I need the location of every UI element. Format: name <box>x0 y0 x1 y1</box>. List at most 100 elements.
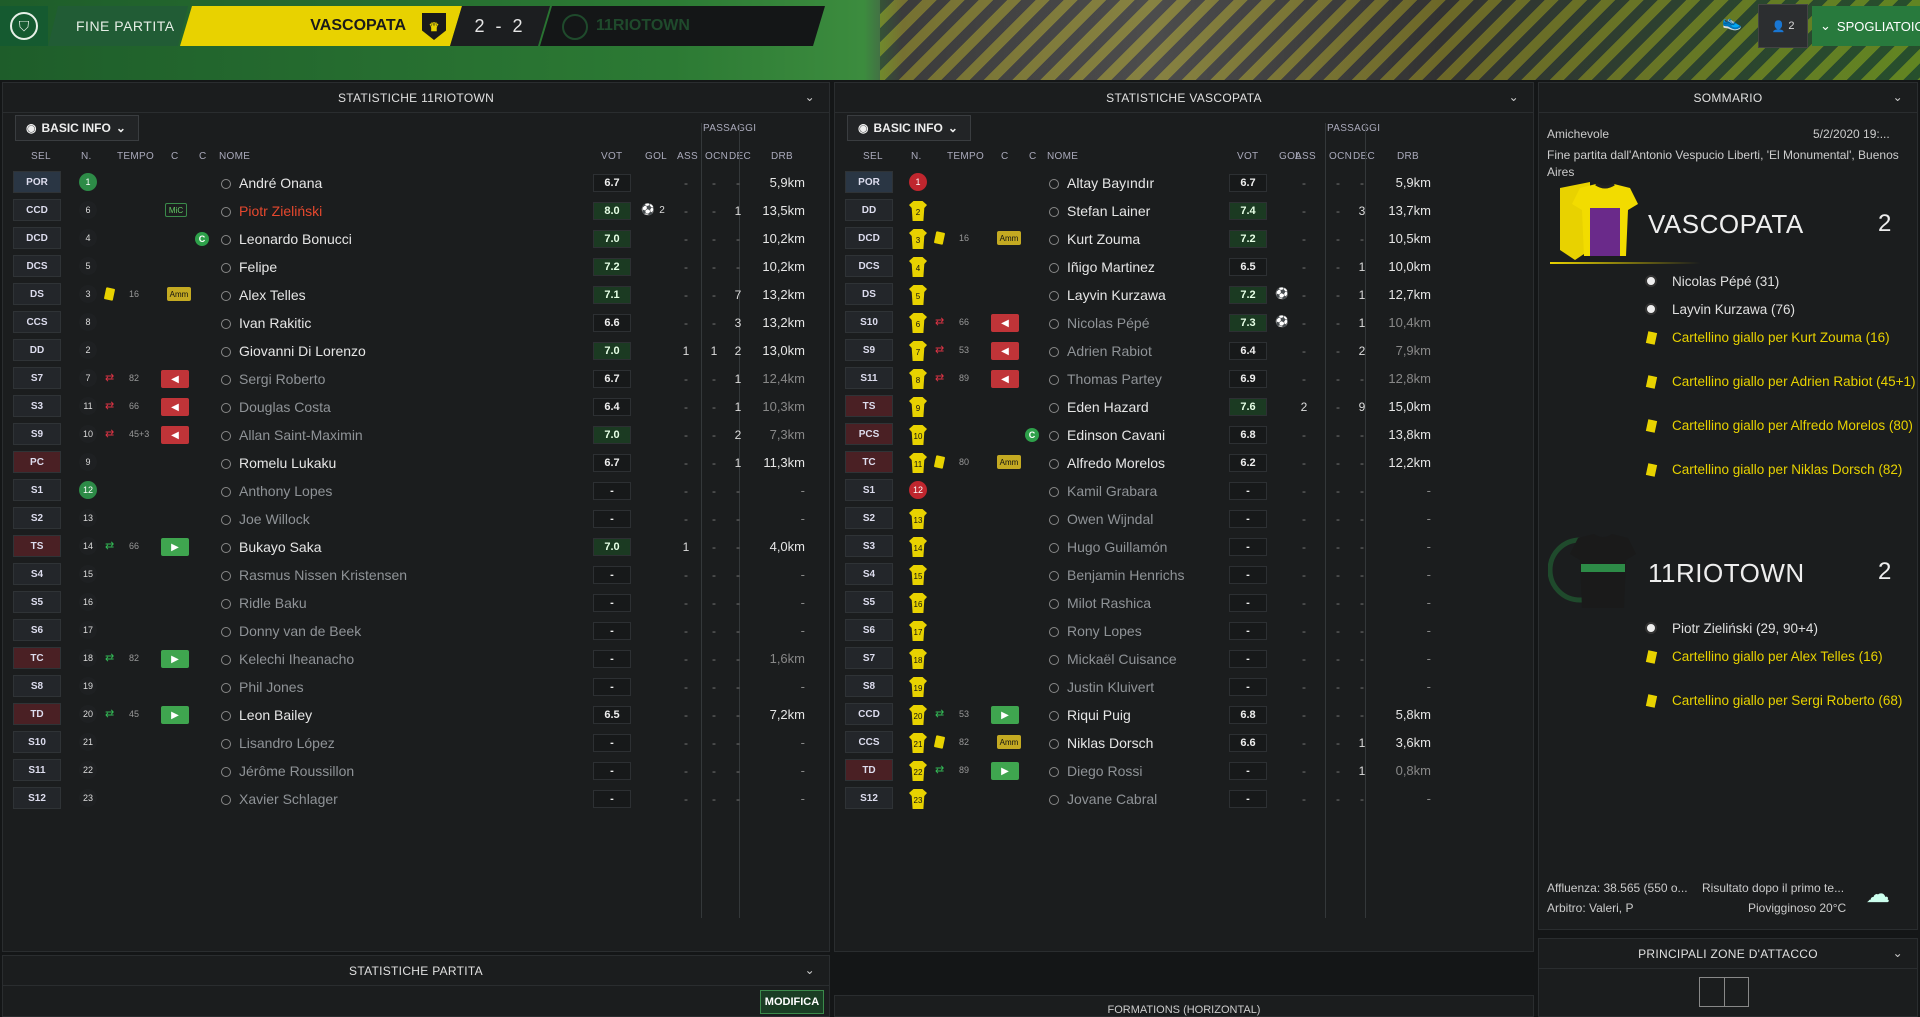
player-name[interactable]: Felipe <box>239 259 277 275</box>
position-badge[interactable]: S6 <box>845 619 893 641</box>
staff-count-button[interactable]: 👤 2 <box>1758 4 1808 48</box>
column-header-drb[interactable]: DRB <box>1397 151 1419 162</box>
modifica-button[interactable]: MODIFICA <box>760 990 824 1014</box>
column-header-ass[interactable]: ASS <box>1295 151 1316 162</box>
player-name[interactable]: Allan Saint-Maximin <box>239 427 363 443</box>
player-name[interactable]: Alex Telles <box>239 287 306 303</box>
table-row[interactable]: PCS 10 C Edinson Cavani 6.8 - - - 13,8km <box>835 423 1535 447</box>
player-name[interactable]: Leonardo Bonucci <box>239 231 352 247</box>
table-row[interactable]: S6 17 Rony Lopes - - - - - <box>835 619 1535 643</box>
panel-title[interactable]: SOMMARIO ⌄ <box>1539 83 1917 113</box>
position-badge[interactable]: CCD <box>13 199 61 221</box>
player-name[interactable]: Ivan Rakitic <box>239 315 311 331</box>
column-header-ocn[interactable]: OCN <box>705 151 728 162</box>
table-row[interactable]: S6 17 Donny van de Beek - - - - - <box>3 619 831 643</box>
chevron-down-icon[interactable]: ⌄ <box>1509 90 1519 104</box>
position-badge[interactable]: DS <box>845 283 893 305</box>
sub-button[interactable]: ◀ <box>991 342 1019 360</box>
player-name[interactable]: Ridle Baku <box>239 595 307 611</box>
position-badge[interactable]: POR <box>13 171 61 193</box>
player-name[interactable]: Lisandro López <box>239 735 335 751</box>
player-name[interactable]: Anthony Lopes <box>239 483 332 499</box>
table-row[interactable]: PC 9 Romelu Lukaku 6.7 - - 1 11,3km <box>3 451 831 475</box>
position-badge[interactable]: DD <box>13 339 61 361</box>
table-row[interactable]: S7 7 ⇄ 82 ◀ Sergi Roberto 6.7 - - 1 12,4km <box>3 367 831 391</box>
table-row[interactable]: TS 9 Eden Hazard 7.6 2 - 9 15,0km <box>835 395 1535 419</box>
table-row[interactable]: CCD 20 ⇄ 53 ▶ Riqui Puig 6.8 - - - 5,8km <box>835 703 1535 727</box>
player-name[interactable]: Diego Rossi <box>1067 763 1142 779</box>
position-badge[interactable]: S9 <box>13 423 61 445</box>
position-badge[interactable]: DS <box>13 283 61 305</box>
position-badge[interactable]: TS <box>845 395 893 417</box>
player-name[interactable]: Riqui Puig <box>1067 707 1131 723</box>
player-name[interactable]: Joe Willock <box>239 511 310 527</box>
table-row[interactable]: S5 16 Ridle Baku - - - - - <box>3 591 831 615</box>
chevron-down-icon[interactable]: ⌄ <box>805 963 815 977</box>
column-header-c1[interactable]: C <box>1001 151 1009 162</box>
table-row[interactable]: DCD 4 C Leonardo Bonucci 7.0 - - - 10,2km <box>3 227 831 251</box>
position-badge[interactable]: CCS <box>845 731 893 753</box>
position-badge[interactable]: DCD <box>13 227 61 249</box>
position-badge[interactable]: S8 <box>845 675 893 697</box>
position-badge[interactable]: TC <box>845 451 893 473</box>
position-badge[interactable]: S12 <box>845 787 893 809</box>
player-name[interactable]: Sergi Roberto <box>239 371 325 387</box>
player-name[interactable]: Giovanni Di Lorenzo <box>239 343 366 359</box>
sub-button[interactable]: ◀ <box>161 398 189 416</box>
column-header-dec[interactable]: DEC <box>729 151 751 162</box>
position-badge[interactable]: S7 <box>13 367 61 389</box>
player-name[interactable]: Donny van de Beek <box>239 623 361 639</box>
table-row[interactable]: S10 21 Lisandro López - - - - - <box>3 731 831 755</box>
player-name[interactable]: Kamil Grabara <box>1067 483 1157 499</box>
chevron-down-icon[interactable]: ⌄ <box>1893 90 1903 104</box>
table-row[interactable]: S1 12 Kamil Grabara - - - - - <box>835 479 1535 503</box>
player-name[interactable]: Edinson Cavani <box>1067 427 1165 443</box>
table-row[interactable]: S7 18 Mickaël Cuisance - - - - - <box>835 647 1535 671</box>
position-badge[interactable]: S10 <box>845 311 893 333</box>
position-badge[interactable]: S2 <box>845 507 893 529</box>
table-row[interactable]: DD 2 Giovanni Di Lorenzo 7.0 1 1 2 13,0km <box>3 339 831 363</box>
table-row[interactable]: S11 8 ⇄ 89 ◀ Thomas Partey 6.9 - - - 12,8km <box>835 367 1535 391</box>
player-name[interactable]: Douglas Costa <box>239 399 331 415</box>
basic-info-dropdown[interactable]: ◉ BASIC INFO ⌄ <box>15 115 139 141</box>
position-badge[interactable]: TD <box>845 759 893 781</box>
chevron-down-icon[interactable]: ⌄ <box>805 90 815 104</box>
position-badge[interactable]: S5 <box>13 591 61 613</box>
sub-button[interactable]: ◀ <box>991 314 1019 332</box>
sub-button[interactable]: ◀ <box>161 426 189 444</box>
away-team-banner[interactable]: 11RIOTOWN <box>540 6 825 46</box>
boot-icon[interactable]: 👟 <box>1722 12 1742 32</box>
player-name[interactable]: Eden Hazard <box>1067 399 1149 415</box>
player-name[interactable]: Owen Wijndal <box>1067 511 1153 527</box>
player-name[interactable]: André Onana <box>239 175 322 191</box>
club-logo-button[interactable]: ⛉ <box>0 6 48 46</box>
player-name[interactable]: Kelechi Iheanacho <box>239 651 354 667</box>
column-header-vot[interactable]: VOT <box>1237 151 1258 162</box>
player-name[interactable]: Justin Kluivert <box>1067 679 1154 695</box>
column-header-sel[interactable]: SEL <box>863 151 883 162</box>
position-badge[interactable]: S1 <box>13 479 61 501</box>
basic-info-dropdown[interactable]: ◉ BASIC INFO ⌄ <box>847 115 971 141</box>
column-header-drb[interactable]: DRB <box>771 151 793 162</box>
table-row[interactable]: DS 5 Layvin Kurzawa 7.2 ⚽ - - 1 12,7km <box>835 283 1535 307</box>
position-badge[interactable]: TC <box>13 647 61 669</box>
table-row[interactable]: S2 13 Owen Wijndal - - - - - <box>835 507 1535 531</box>
home-team-banner[interactable]: VASCOPATA ♛ <box>180 6 462 46</box>
player-name[interactable]: Leon Bailey <box>239 707 312 723</box>
table-row[interactable]: S5 16 Milot Rashica - - - - - <box>835 591 1535 615</box>
player-name[interactable]: Altay Bayındır <box>1067 175 1154 191</box>
table-row[interactable]: TD 20 ⇄ 45 ▶ Leon Bailey 6.5 - - - 7,2km <box>3 703 831 727</box>
table-row[interactable]: S3 14 Hugo Guillamón - - - - - <box>835 535 1535 559</box>
table-row[interactable]: S4 15 Rasmus Nissen Kristensen - - - - - <box>3 563 831 587</box>
sub-button[interactable]: ◀ <box>161 370 189 388</box>
player-name[interactable]: Niklas Dorsch <box>1067 735 1153 751</box>
position-badge[interactable]: S3 <box>13 395 61 417</box>
column-header-sel[interactable]: SEL <box>31 151 51 162</box>
position-badge[interactable]: S4 <box>845 563 893 585</box>
player-name[interactable]: Nicolas Pépé <box>1067 315 1150 331</box>
player-name[interactable]: Romelu Lukaku <box>239 455 336 471</box>
player-name[interactable]: Jovane Cabral <box>1067 791 1157 807</box>
table-row[interactable]: S12 23 Xavier Schlager - - - - - <box>3 787 831 811</box>
player-name[interactable]: Phil Jones <box>239 679 304 695</box>
player-name[interactable]: Benjamin Henrichs <box>1067 567 1185 583</box>
